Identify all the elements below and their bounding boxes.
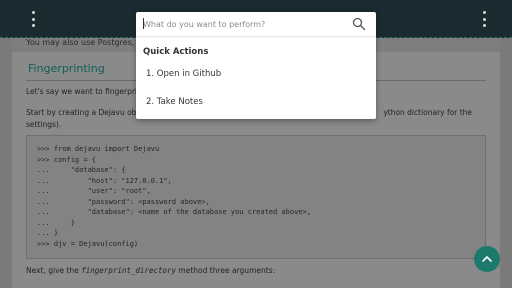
text-caret	[143, 18, 144, 29]
code-line: >>> djv = Dejavu(config)	[37, 239, 139, 248]
code-line: ... "host": "127.0.0.1",	[37, 176, 172, 185]
top-partial-text: You may also use Postgres, ...	[26, 38, 145, 47]
code-line: >>> from dejavu import Dejavu	[37, 145, 160, 153]
section-title: Fingerprinting	[28, 62, 105, 75]
quick-actions-title: Quick Actions	[143, 47, 209, 57]
inline-code: fingerprint_directory	[81, 266, 177, 275]
search-row	[136, 12, 376, 37]
paragraph-prefix: Next, give the	[26, 266, 82, 275]
more-vertical-icon[interactable]	[478, 11, 490, 27]
scroll-top-button[interactable]	[474, 246, 500, 272]
command-palette: Quick Actions 1. Open in Github 2. Take …	[136, 12, 376, 119]
code-line: ... "user": "root",	[37, 187, 151, 195]
paragraph-line2: settings).	[26, 120, 62, 129]
code-line: ... "database": <name of the database yo…	[37, 208, 311, 216]
search-icon[interactable]	[352, 17, 366, 31]
code-line: ... }	[37, 218, 75, 227]
paragraph-end: ython dictionary for the	[383, 108, 473, 117]
chevron-up-icon	[482, 256, 492, 262]
code-line: ... }	[37, 229, 59, 237]
paragraph-suffix: method three arguments:	[176, 266, 276, 275]
more-vertical-icon[interactable]	[27, 11, 39, 27]
paragraph-start: Start by creating a Dejavu obj	[26, 108, 139, 117]
paragraph: Let's say we want to fingerprint ...	[26, 87, 155, 96]
search-input[interactable]	[143, 16, 343, 32]
paragraph: Next, give the fingerprint_directory met…	[26, 266, 275, 275]
code-line: >>> config = {	[37, 155, 97, 164]
code-block: >>> from dejavu import Dejavu >>> config…	[26, 135, 486, 259]
action-take-notes[interactable]: 2. Take Notes	[146, 97, 203, 107]
code-line: ... "database": {	[37, 166, 126, 174]
action-open-in-github[interactable]: 1. Open in Github	[146, 69, 221, 79]
code-line: ... "password": <password above>,	[37, 197, 210, 206]
